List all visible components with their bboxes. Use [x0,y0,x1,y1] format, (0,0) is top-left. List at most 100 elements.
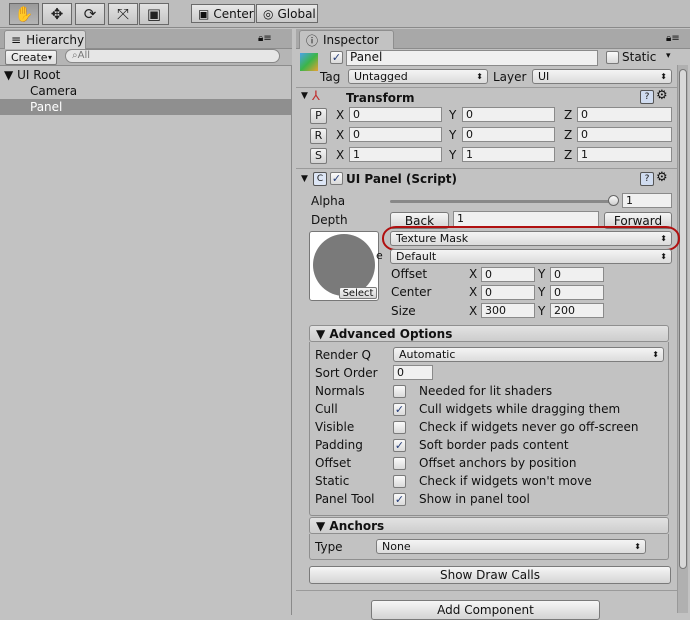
scale-reset-button[interactable]: S [310,148,327,164]
mask-texture-preview[interactable]: Select [309,231,379,301]
option-checkbox[interactable] [393,457,406,470]
pivot-center-button[interactable]: ▣ Center [191,4,255,23]
help-icon[interactable]: ? [640,172,654,186]
rotation-z-field[interactable]: 0 [577,127,672,142]
option-checkbox[interactable]: ✓ [393,439,406,452]
option-checkbox[interactable] [393,385,406,398]
anchors-header[interactable]: ▼ Anchors [309,517,669,534]
option-label: Padding [315,438,363,452]
advanced-options-header[interactable]: ▼ Advanced Options [309,325,669,342]
depth-field[interactable]: 1 [453,211,599,227]
layer-dropdown[interactable]: UI ⬍ [532,69,672,84]
size-x-field[interactable]: 300 [481,303,535,318]
uipanel-title: UI Panel (Script) [346,172,458,186]
rotate-icon[interactable]: ⟳ [75,3,105,25]
static-checkbox[interactable] [606,51,619,64]
gear-icon[interactable]: ⚙ [656,88,668,103]
show-draw-calls-button[interactable]: Show Draw Calls [309,566,671,584]
option-label: Panel Tool [315,492,375,506]
tag-dropdown[interactable]: Untagged ⬍ [348,69,488,84]
expand-arrow-icon[interactable]: ▼ [4,68,13,82]
gameobject-icon [300,53,318,71]
axis-y-label: Y [449,148,457,162]
dropdown-arrow-icon: ⬍ [652,350,659,359]
lock-icon[interactable]: 🔒︎≡ [666,33,680,44]
axis-x-label: X [469,267,478,281]
offset-x-field[interactable]: 0 [481,267,535,282]
foldout-arrow-icon[interactable]: ▼ [301,91,308,101]
anchor-type-dropdown[interactable]: None ⬍ [376,539,646,554]
option-label: Normals [315,384,365,398]
position-reset-button[interactable]: P [310,108,327,124]
center-x-field[interactable]: 0 [481,285,535,300]
dropdown-arrow-icon: ⬍ [634,542,641,551]
axis-z-label: Z [564,108,573,122]
hand-icon[interactable]: ✋ [9,3,39,25]
position-x-field[interactable]: 0 [349,107,442,122]
axis-y-label: Y [449,108,457,122]
gear-icon[interactable]: ⚙ [656,170,668,185]
inspector-scrollbar[interactable] [677,65,688,613]
tab-hierarchy[interactable]: ≡ Hierarchy [4,30,86,49]
dropdown-arrow-icon: ⬍ [660,252,667,261]
rotation-reset-button[interactable]: R [310,128,327,144]
axis-y-label: Y [538,285,546,299]
alpha-field[interactable]: 1 [622,193,672,208]
anchor-type-label: Type [315,540,343,554]
render-q-dropdown[interactable]: Automatic ⬍ [393,347,664,362]
center-y-field[interactable]: 0 [550,285,604,300]
alpha-slider-track[interactable] [390,200,614,203]
option-checkbox[interactable] [393,475,406,488]
option-label: Cull [315,402,338,416]
alpha-label: Alpha [311,194,346,208]
option-checkbox[interactable] [393,421,406,434]
help-icon[interactable]: ? [640,90,654,104]
anchors-title: ▼ Anchors [316,519,385,533]
scale-icon[interactable]: ⤧ [108,3,138,25]
dropdown-arrow-icon: ⬍ [660,72,667,81]
move-icon[interactable]: ✥ [42,3,72,25]
dropdown-arrow-icon[interactable]: ▾ [666,51,671,61]
foldout-arrow-icon[interactable]: ▼ [301,174,308,184]
component-enabled-checkbox[interactable]: ✓ [330,172,343,185]
hierarchy-search-input[interactable]: ⌕All [65,49,280,63]
inspector-panel: ⓘ Inspector 🔒︎≡ ✓ Panel Static ▾ Tag Unta… [296,29,690,620]
transform-icon: ⅄ [312,89,320,104]
globe-icon: ◎ [263,6,274,21]
scale-z-field[interactable]: 1 [577,147,672,162]
position-y-field[interactable]: 0 [462,107,555,122]
position-z-field[interactable]: 0 [577,107,672,122]
lock-icon[interactable]: 🔒︎≡ [258,33,272,44]
hierarchy-item-panel[interactable]: Panel [30,100,62,114]
hierarchy-item-camera[interactable]: Camera [30,84,77,98]
alpha-slider-knob[interactable] [608,195,619,206]
render-q-label: Render Q [315,348,371,362]
tag-label: Tag [320,70,341,84]
space-global-button[interactable]: ◎ Global [256,4,318,23]
active-checkbox[interactable]: ✓ [330,51,343,64]
texture-select-button[interactable]: Select [339,287,377,299]
advanced-options-title: ▼ Advanced Options [316,327,453,341]
rotation-y-field[interactable]: 0 [462,127,555,142]
axis-y-label: Y [449,128,457,142]
scale-y-field[interactable]: 1 [462,147,555,162]
highlight-ellipse [382,226,680,251]
tab-inspector[interactable]: ⓘ Inspector [299,30,394,49]
option-description: Show in panel tool [419,492,530,506]
offset-y-field[interactable]: 0 [550,267,604,282]
option-label: Static [315,474,350,488]
scale-x-field[interactable]: 1 [349,147,442,162]
clip-second-dropdown[interactable]: Default ⬍ [390,249,672,264]
rotation-x-field[interactable]: 0 [349,127,442,142]
object-name-field[interactable]: Panel [346,50,598,66]
sort-order-field[interactable]: 0 [393,365,433,380]
rect-icon[interactable]: ▣ [139,3,169,25]
hierarchy-item-ui-root[interactable]: ▼ UI Root [4,68,60,82]
option-checkbox[interactable]: ✓ [393,403,406,416]
size-y-field[interactable]: 200 [550,303,604,318]
layer-label: Layer [493,70,527,84]
depth-label: Depth [311,213,348,227]
create-dropdown[interactable]: Create ▾ [5,50,57,65]
add-component-button[interactable]: Add Component [371,600,600,620]
option-checkbox[interactable]: ✓ [393,493,406,506]
